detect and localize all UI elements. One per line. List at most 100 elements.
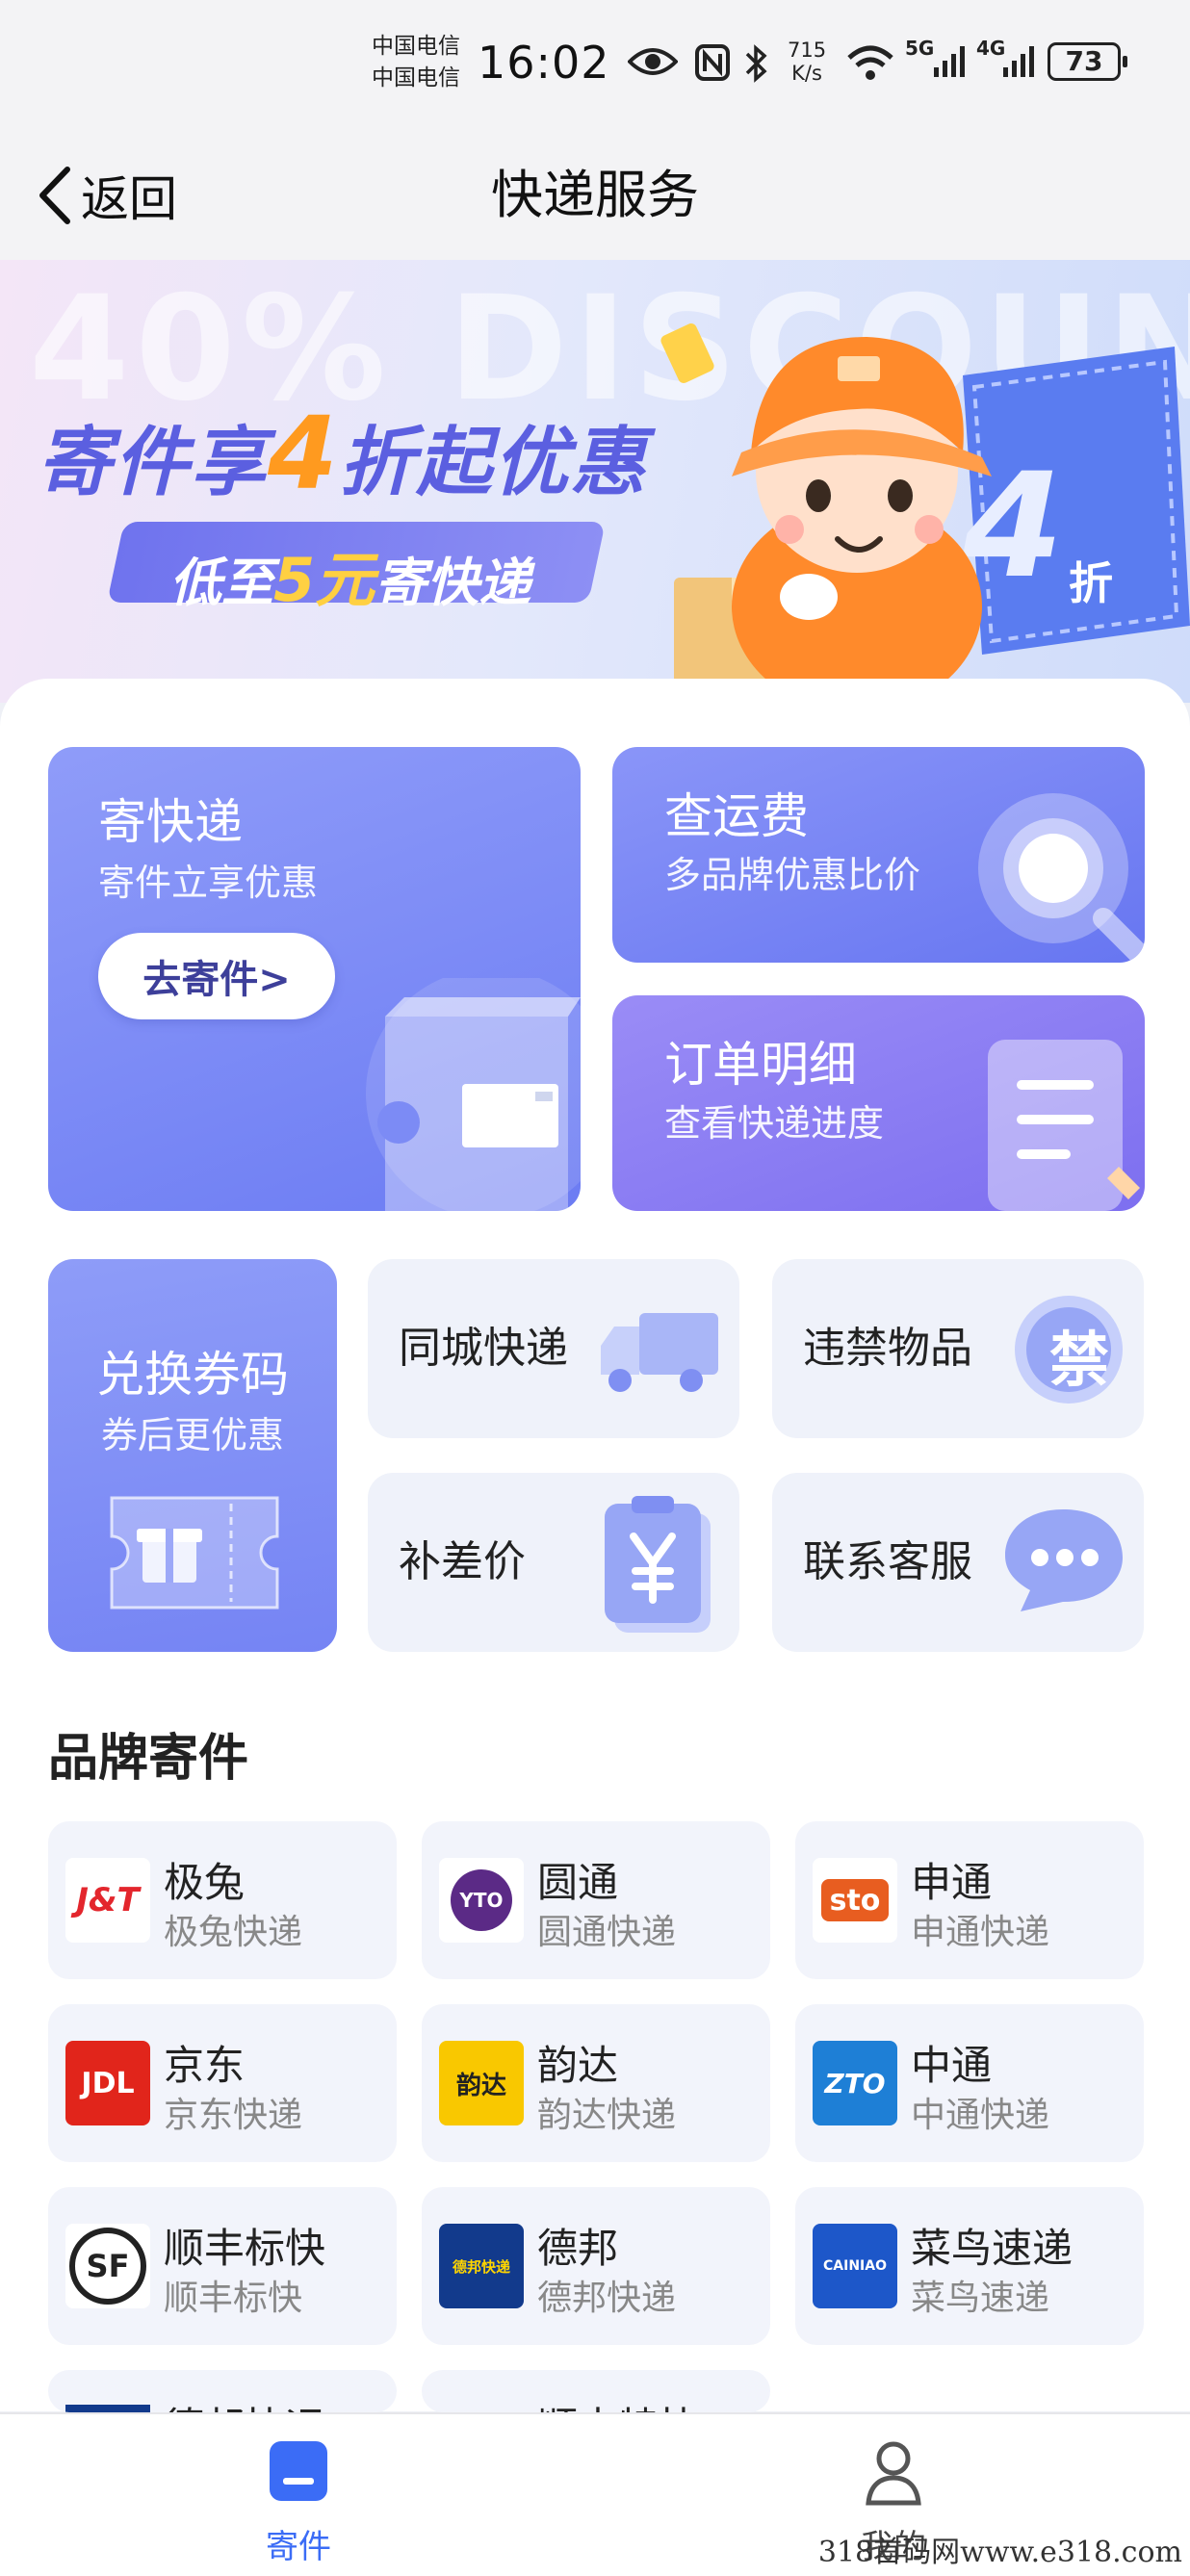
order-tile-subtitle: 查看快递进度 xyxy=(664,1102,885,1145)
brand-subtitle: 极兔快递 xyxy=(164,1913,303,1952)
brand-card-yunda[interactable]: 韵达 韵达 韵达快递 xyxy=(422,2004,770,2162)
brand-subtitle: 韵达快递 xyxy=(537,2096,677,2135)
brand-card-deppon-freight[interactable]: 德邦快运 xyxy=(48,2370,397,2412)
tab-send[interactable]: 寄件 xyxy=(154,2414,443,2576)
brand-name: 韵达 xyxy=(537,2042,619,2089)
status-time: 16:02 xyxy=(478,37,610,89)
contact-service-label: 联系客服 xyxy=(803,1537,972,1586)
fee-tile-subtitle: 多品牌优惠比价 xyxy=(664,854,921,896)
carrier-info: 中国电信 中国电信 xyxy=(372,31,460,94)
send-tab-icon xyxy=(270,2441,327,2501)
net-speed-value: 715 xyxy=(788,39,827,62)
sf-logo-icon: SF xyxy=(65,2224,150,2308)
banner-sub-prefix: 低至 xyxy=(169,553,273,613)
document-list-icon xyxy=(988,1040,1140,1211)
coin-icon xyxy=(660,323,714,383)
cainiao-logo-icon: CAINIAO xyxy=(813,2224,897,2308)
brand-card-cainiao[interactable]: CAINIAO 菜鸟速递 菜鸟速递 xyxy=(795,2187,1144,2345)
wifi-icon xyxy=(847,45,893,80)
brand-card-jd[interactable]: JDL 京东 京东快递 xyxy=(48,2004,397,2162)
brand-subtitle: 菜鸟速递 xyxy=(911,2279,1050,2318)
brand-name: 德邦快运 xyxy=(164,2395,325,2412)
same-city-express-tile[interactable]: 同城快递 xyxy=(368,1259,739,1438)
ticket-unit: 折 xyxy=(1069,557,1113,609)
sto-logo-icon: sto xyxy=(813,1858,897,1943)
coupon-tile-title: 兑换券码 xyxy=(96,1347,289,1403)
truck-icon xyxy=(601,1313,718,1392)
yto-logo-mark: YTO xyxy=(451,1869,512,1931)
brand-card-sf-express[interactable]: 顺丰特快 xyxy=(422,2370,770,2412)
nav-bar: 返回 快递服务 xyxy=(0,131,1190,260)
supplement-price-tile[interactable]: 补差价 xyxy=(368,1473,739,1652)
banner-sub-highlight: 5元 xyxy=(273,545,375,615)
brand-name: 菜鸟速递 xyxy=(911,2225,1074,2272)
banner-headline-suffix: 折起优惠 xyxy=(339,420,648,506)
chat-bubble-icon xyxy=(1005,1509,1123,1611)
deppon-logo-icon: 德邦快递 xyxy=(439,2224,524,2308)
banner-subline: 低至5元寄快递 xyxy=(169,531,530,618)
bottom-tab-bar: 寄件 我的 318首码网www.e318.com xyxy=(0,2412,1190,2576)
jt-logo-icon: J&T xyxy=(65,1858,150,1943)
parcel-box-icon xyxy=(366,978,581,1211)
prohibited-items-tile[interactable]: 违禁物品 禁 xyxy=(772,1259,1144,1438)
check-fee-tile[interactable]: 查运费 多品牌优惠比价 xyxy=(612,747,1145,963)
user-tab-icon xyxy=(866,2441,921,2506)
brand-subtitle: 中通快递 xyxy=(911,2096,1050,2135)
gift-ticket-icon xyxy=(110,1496,279,1610)
order-tile-title: 订单明细 xyxy=(664,1037,857,1093)
zto-logo-icon: ZTO xyxy=(813,2041,897,2125)
banner-headline-prefix: 寄件享 xyxy=(37,420,269,506)
prohibited-icon-text: 禁 xyxy=(1048,1325,1109,1395)
signal-label-5g: 5G xyxy=(905,37,935,60)
brand-card-sto[interactable]: sto 申通 申通快递 xyxy=(795,1821,1144,1979)
page-title: 快递服务 xyxy=(491,165,699,225)
promo-banner[interactable]: 40% DISCOUNT 寄件享4折起优惠 低至5元寄快递 4 折 xyxy=(0,260,1190,703)
coupon-tile-subtitle: 券后更优惠 xyxy=(100,1414,284,1456)
send-tile-subtitle: 寄件立享优惠 xyxy=(98,862,319,904)
brand-subtitle: 德邦快递 xyxy=(537,2279,677,2318)
bluetooth-icon xyxy=(745,44,767,83)
sto-logo-mark: sto xyxy=(821,1879,889,1921)
net-speed-unit: K/s xyxy=(791,62,822,85)
prohibited-label: 违禁物品 xyxy=(803,1324,972,1373)
yto-logo-icon: YTO xyxy=(439,1858,524,1943)
brand-section-title: 品牌寄件 xyxy=(48,1730,249,1788)
brand-card-deppon[interactable]: 德邦快递 德邦 德邦快递 xyxy=(422,2187,770,2345)
send-express-tile[interactable]: 寄快递 寄件立享优惠 去寄件> xyxy=(48,747,581,1211)
banner-headline-number: 4 xyxy=(268,395,340,512)
net-speed: 715 K/s xyxy=(788,39,826,85)
watermark-text: 318首码网www.e318.com xyxy=(817,2536,1182,2569)
brand-name: 京东 xyxy=(164,2042,246,2089)
brand-subtitle: 顺丰标快 xyxy=(164,2279,303,2318)
brand-card-jt[interactable]: J&T 极兔 极兔快递 xyxy=(48,1821,397,1979)
carrier-label-1: 中国电信 xyxy=(372,34,460,59)
signal-5g-icon xyxy=(934,46,965,77)
fee-tile-title: 查运费 xyxy=(664,788,809,844)
banner-headline: 寄件享4折起优惠 xyxy=(37,395,647,512)
brand-name: 圆通 xyxy=(537,1859,619,1906)
supplement-label: 补差价 xyxy=(399,1537,526,1586)
brand-subtitle: 圆通快递 xyxy=(537,1913,677,1952)
redeem-coupon-tile[interactable]: 兑换券码 券后更优惠 xyxy=(48,1259,337,1652)
sf-logo-mark: SF xyxy=(69,2228,146,2305)
signal-4g-icon xyxy=(1003,46,1034,77)
brand-subtitle: 申通快递 xyxy=(911,1913,1050,1952)
go-send-button[interactable]: 去寄件> xyxy=(98,933,335,1019)
send-tile-title: 寄快递 xyxy=(98,794,243,850)
battery-indicator: 73 xyxy=(1048,42,1127,81)
brand-card-yto[interactable]: YTO 圆通 圆通快递 xyxy=(422,1821,770,1979)
nfc-icon xyxy=(695,44,730,81)
eye-icon xyxy=(628,48,678,75)
banner-sub-suffix: 寄快递 xyxy=(375,553,531,613)
brand-name: 顺丰标快 xyxy=(164,2225,326,2272)
jd-logo-icon: JDL xyxy=(65,2041,150,2125)
status-bar: 中国电信 中国电信 16:02 715 K/s 5G 4G 73 xyxy=(0,0,1190,131)
brand-card-zto[interactable]: ZTO 中通 中通快递 xyxy=(795,2004,1144,2162)
order-detail-tile[interactable]: 订单明细 查看快递进度 xyxy=(612,995,1145,1211)
contact-service-tile[interactable]: 联系客服 xyxy=(772,1473,1144,1652)
brand-name: 德邦 xyxy=(537,2225,619,2272)
brand-card-sf[interactable]: SF 顺丰标快 顺丰标快 xyxy=(48,2187,397,2345)
magnifier-icon xyxy=(978,793,1145,963)
brand-name: 极兔 xyxy=(164,1859,246,1906)
brand-name: 顺丰特快 xyxy=(537,2395,699,2412)
